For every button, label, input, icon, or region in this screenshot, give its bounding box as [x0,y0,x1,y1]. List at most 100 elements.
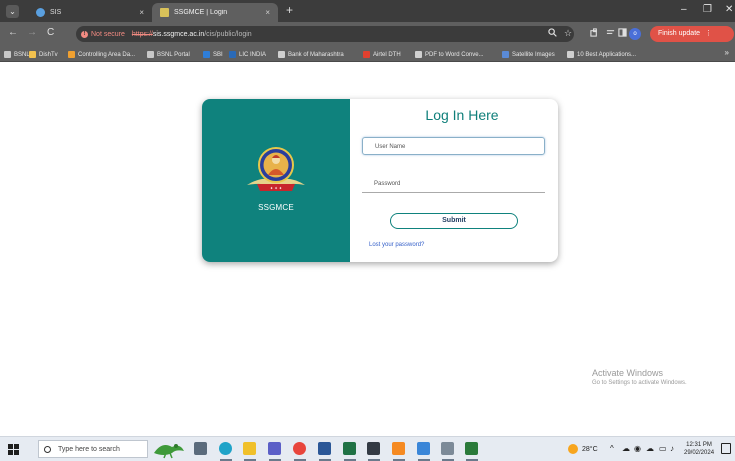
bookmark-item[interactable]: 10 Best Applications... [567,49,636,60]
bookmark-label: Airtel DTH [373,51,401,58]
bookmark-label: BSNL Portal [157,51,190,58]
volume-icon[interactable]: ♪ [670,444,674,453]
login-form: Log In Here User Name Password Submit Lo… [350,99,558,262]
ssgmce-favicon-icon [160,8,169,17]
bookmark-item[interactable]: Airtel DTH [363,49,401,60]
frog-widget-icon[interactable] [152,439,186,459]
tab-sis[interactable]: SIS × [28,3,152,22]
side-panel-icon[interactable] [618,28,627,39]
page-content: ✦ ✦ ✦ SSGMCE Log In Here User Name Passw… [0,62,735,436]
clock-date: 29/02/2024 [684,450,715,456]
bookmark-item[interactable]: BSNL Portal [147,49,190,60]
address-bar[interactable]: ! Not secure https:// sis.ssgmce.ac.in /… [76,26,574,42]
reload-icon[interactable]: C [47,27,54,38]
bookmark-item[interactable]: Controlling Area Da... [68,49,135,60]
onedrive-icon[interactable]: ☁ [622,444,630,453]
extensions-icon[interactable] [590,28,599,39]
network-icon[interactable]: ▭ [659,444,667,453]
maximize-icon[interactable]: ❐ [703,4,712,15]
bookmark-item[interactable]: PDF to Word Conve... [415,49,484,60]
activate-windows-watermark: Activate Windows Go to Settings to activ… [592,368,687,386]
bookmark-item[interactable]: SBI [203,49,223,60]
close-icon[interactable]: × [265,8,270,17]
bookmark-favicon-icon [363,51,370,58]
activate-title: Activate Windows [592,368,664,378]
notification-icon[interactable] [721,443,731,454]
photos-icon[interactable] [417,442,430,455]
more-menu-icon: ⋮ [704,30,712,37]
forward-arrow-icon[interactable]: → [27,27,37,38]
profile-avatar[interactable]: o [629,28,641,40]
lost-password-link[interactable]: Lost your password? [369,242,424,248]
bookmark-item[interactable]: Satellite Images [502,49,555,60]
file-explorer-icon[interactable] [243,442,256,455]
url-path: /cis/public/login [204,30,252,38]
ssgmce-emblem-icon: ✦ ✦ ✦ [247,147,305,191]
browser-tab-bar: ⌄ SIS × SSGMCE | Login × + – ❐ ✕ [0,0,735,22]
weather-widget[interactable]: 28°C [568,444,598,454]
sun-icon [568,444,578,454]
activate-subtitle: Go to Settings to activate Windows. [592,380,687,386]
url-host: sis.ssgmce.ac.in [152,30,205,38]
chevron-up-icon[interactable]: ^ [610,444,614,453]
windows-start-icon[interactable] [8,444,19,455]
bookmark-label: SBI [213,51,223,58]
taskbar-search-input[interactable]: Type here to search [38,440,148,458]
bookmark-item[interactable]: LIC INDIA [229,49,266,60]
chrome-icon[interactable] [293,442,306,455]
password-input[interactable]: Password [362,175,545,193]
tab-ssgmce-login[interactable]: SSGMCE | Login × [152,3,278,22]
bookmark-favicon-icon [567,51,574,58]
security-chip[interactable]: ! Not secure [81,30,125,38]
username-input[interactable]: User Name [362,137,545,155]
bookmarks-bar: BSNL DishTv Controlling Area Da... BSNL Por… [0,46,735,62]
new-tab-button[interactable]: + [286,3,293,17]
word-icon[interactable] [318,442,331,455]
bookmark-label: BSNL [14,51,30,58]
bookmark-label: Bank of Maharashtra [288,51,344,58]
bookmark-item[interactable]: DishTv [29,49,58,60]
bookmark-label: 10 Best Applications... [577,51,637,58]
pen-icon[interactable] [441,442,454,455]
bookmark-label: Controlling Area Da... [78,51,136,58]
cloud-icon[interactable]: ☁ [646,444,654,453]
reading-list-icon[interactable] [606,28,615,39]
tab-title: SSGMCE | Login [174,9,228,16]
app-icon[interactable] [465,442,478,455]
brand-name: SSGMCE [258,203,294,212]
back-arrow-icon[interactable]: ← [8,27,18,38]
bookmark-star-icon[interactable]: ☆ [564,28,572,39]
zoom-search-icon[interactable] [548,28,557,39]
minimize-icon[interactable]: – [681,4,687,15]
tab-search-button[interactable]: ⌄ [6,5,19,18]
close-window-icon[interactable]: ✕ [725,4,733,15]
bookmark-label: DishTv [39,51,58,58]
app-tray-icon[interactable]: ◉ [634,444,641,453]
bookmark-item[interactable]: BSNL [4,49,30,60]
search-icon [44,445,51,453]
weather-temp: 28°C [582,445,598,453]
bookmark-favicon-icon [502,51,509,58]
search-placeholder: Type here to search [58,445,120,453]
excel-icon[interactable] [343,442,356,455]
taskbar-clock[interactable]: 12:31 PM 29/02/2024 [684,441,714,457]
bookmark-favicon-icon [278,51,285,58]
bookmark-label: LIC INDIA [239,51,267,58]
security-label: Not secure [91,30,125,38]
teams-icon[interactable] [268,442,281,455]
bookmark-favicon-icon [4,51,11,58]
finish-update-button[interactable]: Finish update ⋮ [650,26,734,42]
edge-icon[interactable] [219,442,232,455]
bookmarks-overflow-icon[interactable]: » [725,48,729,57]
browser-toolbar: ← → C ! Not secure https:// sis.ssgmce.a… [0,22,735,46]
bookmark-item[interactable]: Bank of Maharashtra [278,49,344,60]
bookmark-favicon-icon [29,51,36,58]
bookmark-favicon-icon [229,51,236,58]
sublime-icon[interactable] [392,442,405,455]
mail-icon[interactable] [367,442,380,455]
bookmark-favicon-icon [147,51,154,58]
brand-panel: ✦ ✦ ✦ SSGMCE [202,99,350,262]
task-view-icon[interactable] [194,442,207,455]
submit-button[interactable]: Submit [390,213,518,229]
close-icon[interactable]: × [139,8,144,17]
